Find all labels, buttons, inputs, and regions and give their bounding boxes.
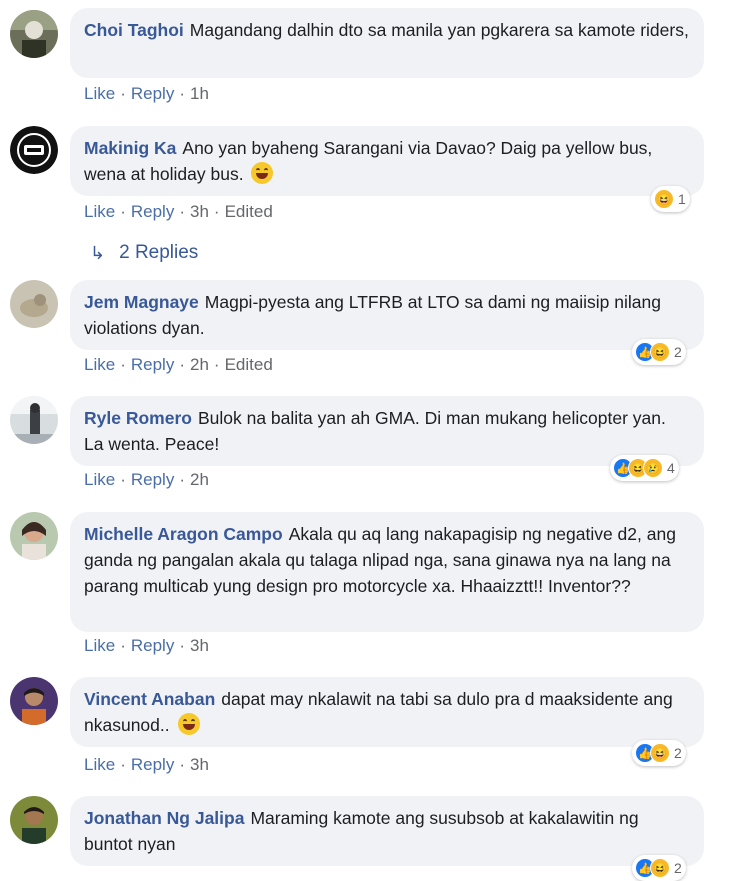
- person-avatar-icon: [10, 677, 58, 725]
- comment-author[interactable]: Makinig Ka: [84, 138, 176, 158]
- like-button[interactable]: Like: [84, 636, 115, 655]
- timestamp[interactable]: 3h: [190, 636, 209, 655]
- comment-bubble: Choi Taghoi Magandang dalhin dto sa manil…: [70, 8, 704, 78]
- reply-button[interactable]: Reply: [131, 84, 174, 103]
- haha-reaction-icon: 😆: [650, 858, 670, 878]
- comment-bubble: Ryle Romero Bulok na balita yan ah GMA. D…: [70, 396, 704, 466]
- comment-author[interactable]: Vincent Anaban: [84, 689, 215, 709]
- avatar[interactable]: [10, 126, 58, 174]
- comment-author[interactable]: Jonathan Ng Jalipa: [84, 808, 244, 828]
- avatar[interactable]: [10, 512, 58, 560]
- edited-label[interactable]: Edited: [225, 355, 273, 374]
- timestamp[interactable]: 1h: [190, 84, 209, 103]
- person-avatar-icon: [10, 10, 58, 58]
- comment-author[interactable]: Choi Taghoi: [84, 20, 184, 40]
- person-avatar-icon: [10, 796, 58, 844]
- comment-bubble: Michelle Aragon Campo Akala qu aq lang na…: [70, 512, 704, 632]
- comment-bubble: Jonathan Ng Jalipa Maraming kamote ang su…: [70, 796, 704, 866]
- timestamp[interactable]: 2h: [190, 355, 209, 374]
- like-button[interactable]: Like: [84, 470, 115, 489]
- timestamp[interactable]: 3h: [190, 755, 209, 774]
- reaction-summary[interactable]: 😆 1: [651, 186, 690, 212]
- like-button[interactable]: Like: [84, 755, 115, 774]
- comment-text: Magandang dalhin dto sa manila yan pgkar…: [189, 20, 689, 40]
- reply-button[interactable]: Reply: [131, 202, 174, 221]
- reaction-count: 2: [674, 745, 682, 761]
- reaction-count: 4: [667, 460, 675, 476]
- reaction-count: 2: [674, 860, 682, 876]
- timestamp[interactable]: 2h: [190, 470, 209, 489]
- comment-author[interactable]: Michelle Aragon Campo: [84, 524, 283, 544]
- reaction-summary[interactable]: 👍 😆 2: [632, 339, 686, 365]
- comment-actions: Like · Reply · 2h · Edited: [84, 355, 273, 374]
- reply-arrow-icon: ↳: [90, 242, 106, 263]
- reaction-summary[interactable]: 👍 😆 😢 4: [610, 455, 679, 481]
- avatar[interactable]: [10, 280, 58, 328]
- logo-avatar-icon: [10, 126, 58, 174]
- grinning-emoji-icon: [177, 713, 200, 735]
- comment-actions: Like · Reply · 3h: [84, 636, 209, 655]
- avatar[interactable]: [10, 396, 58, 444]
- sad-reaction-icon: 😢: [643, 458, 663, 478]
- comment-bubble: Jem Magnaye Magpi-pyesta ang LTFRB at LTO…: [70, 280, 704, 350]
- avatar[interactable]: [10, 677, 58, 725]
- comment-actions: Like · Reply · 3h · Edited: [84, 202, 273, 221]
- reaction-summary[interactable]: 👍 😆 2: [632, 855, 686, 881]
- edited-label[interactable]: Edited: [225, 202, 273, 221]
- comment-actions: Like · Reply · 2h: [84, 470, 209, 489]
- photo-avatar-icon: [10, 280, 58, 328]
- comment-author[interactable]: Jem Magnaye: [84, 292, 199, 312]
- timestamp[interactable]: 3h: [190, 202, 209, 221]
- avatar[interactable]: [10, 10, 58, 58]
- comment-actions: Like · Reply · 3h: [84, 755, 209, 774]
- reply-button[interactable]: Reply: [131, 755, 174, 774]
- reaction-summary[interactable]: 👍 😆 2: [632, 740, 686, 766]
- comment-bubble: Vincent Anaban dapat may nkalawit na tabi…: [70, 677, 704, 747]
- reaction-count: 2: [674, 344, 682, 360]
- comment-actions: Like · Reply · 1h: [84, 84, 209, 103]
- person-avatar-icon: [10, 512, 58, 560]
- comment-author[interactable]: Ryle Romero: [84, 408, 192, 428]
- like-button[interactable]: Like: [84, 355, 115, 374]
- photo-avatar-icon: [10, 396, 58, 444]
- haha-reaction-icon: 😆: [650, 743, 670, 763]
- reaction-count: 1: [678, 191, 686, 207]
- avatar[interactable]: [10, 796, 58, 844]
- comment-bubble: Makinig Ka Ano yan byaheng Sarangani via …: [70, 126, 704, 196]
- haha-reaction-icon: 😆: [650, 342, 670, 362]
- replies-count: 2 Replies: [119, 242, 199, 263]
- like-button[interactable]: Like: [84, 202, 115, 221]
- reply-button[interactable]: Reply: [131, 355, 174, 374]
- view-replies-link[interactable]: ↳ 2 Replies: [90, 242, 198, 264]
- haha-reaction-icon: 😆: [654, 189, 674, 209]
- like-button[interactable]: Like: [84, 84, 115, 103]
- reply-button[interactable]: Reply: [131, 470, 174, 489]
- reply-button[interactable]: Reply: [131, 636, 174, 655]
- laughing-emoji-icon: [251, 162, 274, 184]
